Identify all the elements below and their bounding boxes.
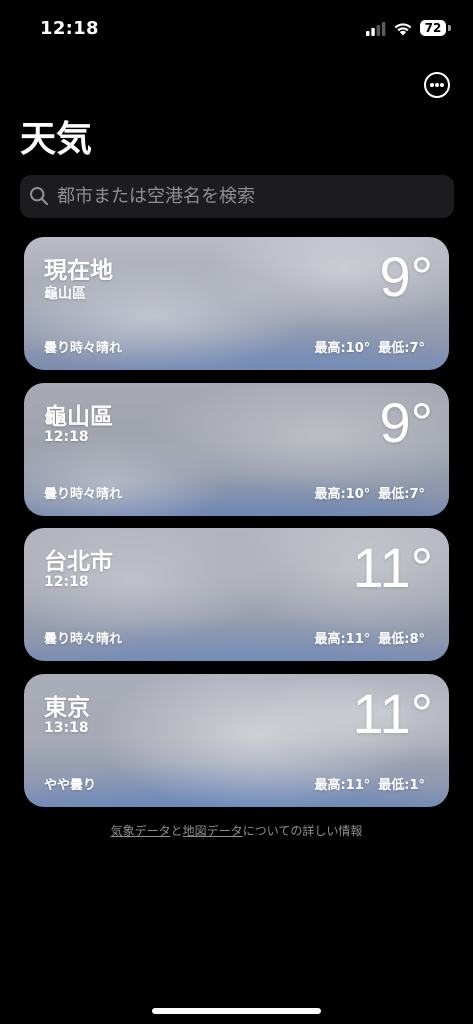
search-input[interactable]	[57, 175, 437, 218]
cellular-signal-icon	[366, 22, 386, 36]
card-location-name: 現在地	[44, 258, 113, 284]
weather-card-tokyo[interactable]: 東京 13:18 11° やや曇り 最高:11° 最低:1°	[24, 674, 449, 807]
card-local-time: 12:18	[44, 574, 89, 590]
weather-card-current-location[interactable]: 現在地 龜山區 9° 曇り時々晴れ 最高:10° 最低:7°	[24, 237, 449, 370]
weather-card-guishan[interactable]: 龜山區 12:18 9° 曇り時々晴れ 最高:10° 最低:7°	[24, 383, 449, 516]
more-options-button[interactable]	[424, 72, 450, 98]
card-local-time: 13:18	[44, 720, 89, 736]
card-high: 最高:10°	[314, 341, 371, 356]
card-low: 最低:7°	[378, 341, 425, 356]
battery-cap	[448, 25, 451, 31]
card-high: 最高:10°	[314, 487, 371, 502]
card-temperature: 11°	[352, 682, 433, 745]
card-condition: やや曇り	[44, 778, 97, 793]
card-low: 最低:8°	[378, 632, 425, 647]
card-temperature: 11°	[352, 536, 433, 599]
footer-conjunction: と	[170, 824, 183, 838]
card-location-name: 東京	[44, 695, 90, 721]
card-condition: 曇り時々晴れ	[44, 487, 123, 502]
card-location-name: 龜山區	[44, 404, 113, 430]
page-title: 天気	[20, 119, 93, 160]
battery-level: 72	[420, 20, 446, 36]
status-bar: 12:18 72	[0, 0, 473, 58]
card-temperature: 9°	[379, 391, 433, 454]
home-indicator[interactable]	[152, 1008, 321, 1014]
wifi-icon	[394, 23, 412, 36]
map-data-link[interactable]: 地図データ	[183, 824, 243, 838]
card-high-low: 最高:11° 最低:8°	[314, 628, 425, 647]
card-local-time: 12:18	[44, 429, 89, 445]
card-low: 最低:7°	[378, 487, 425, 502]
search-icon	[30, 187, 49, 206]
data-source-note: 気象データと地図データについての詳しい情報	[0, 822, 473, 839]
card-high: 最高:11°	[314, 632, 371, 647]
card-condition: 曇り時々晴れ	[44, 632, 123, 647]
card-high: 最高:11°	[314, 778, 371, 793]
card-high-low: 最高:11° 最低:1°	[314, 774, 425, 793]
card-temperature: 9°	[379, 245, 433, 308]
battery-icon: 72	[420, 20, 452, 38]
card-low: 最低:1°	[378, 778, 425, 793]
more-dot-icon	[440, 83, 444, 87]
status-time: 12:18	[40, 18, 99, 39]
more-dot-icon	[430, 83, 434, 87]
search-bar[interactable]	[20, 175, 454, 218]
footer-suffix: についての詳しい情報	[242, 824, 363, 838]
card-high-low: 最高:10° 最低:7°	[314, 337, 425, 356]
weather-data-link[interactable]: 気象データ	[111, 824, 171, 838]
weather-card-taipei[interactable]: 台北市 12:18 11° 曇り時々晴れ 最高:11° 最低:8°	[24, 528, 449, 661]
card-high-low: 最高:10° 最低:7°	[314, 483, 425, 502]
card-condition: 曇り時々晴れ	[44, 341, 123, 356]
card-location-name: 台北市	[44, 549, 113, 575]
card-location-subtitle: 龜山區	[44, 286, 86, 302]
more-dot-icon	[435, 83, 439, 87]
